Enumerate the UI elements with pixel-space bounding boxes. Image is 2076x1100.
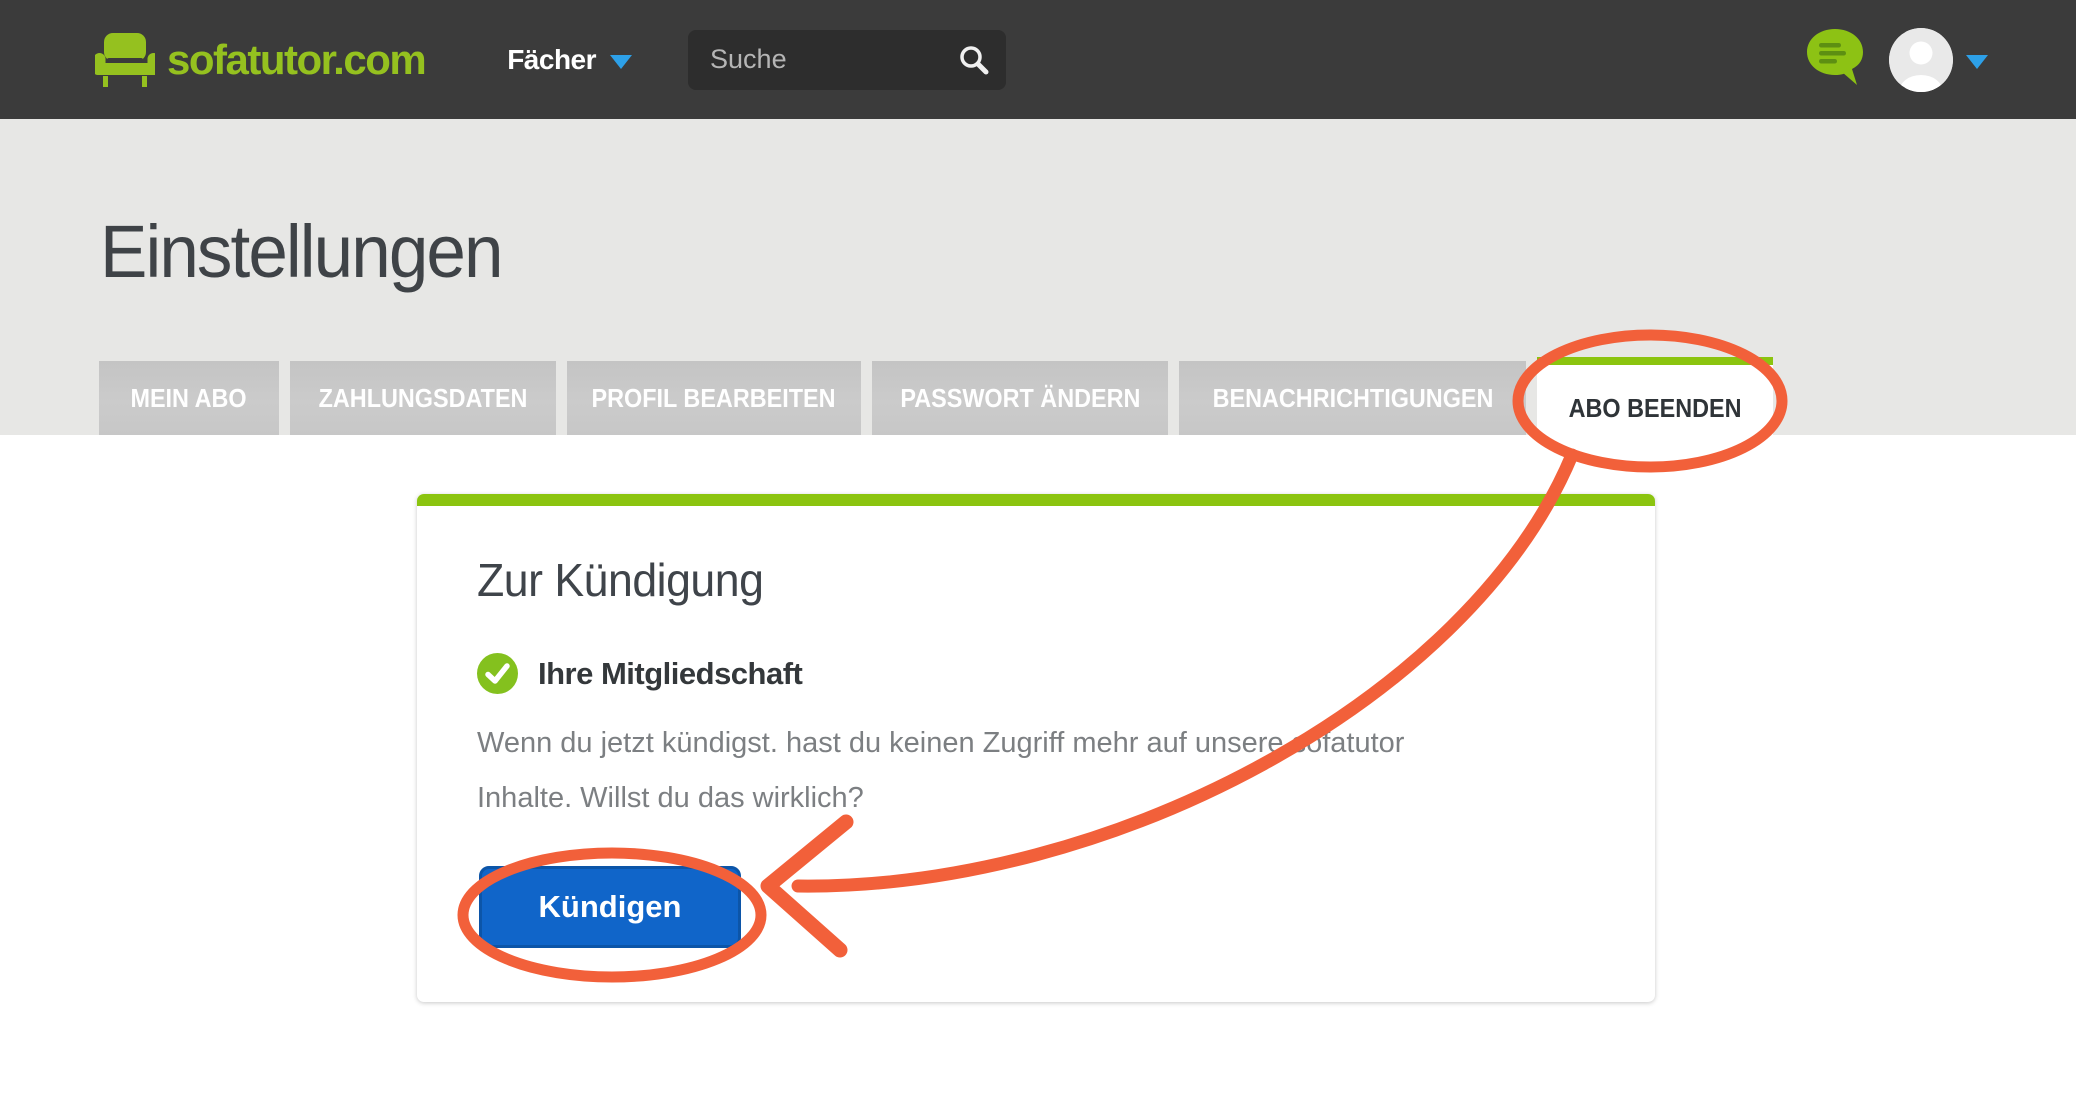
card-accent-bar: [417, 494, 1655, 506]
checkmark-icon: [477, 653, 518, 694]
search-box: [688, 30, 1006, 90]
kuendigen-button[interactable]: Kündigen: [479, 866, 741, 948]
warning-line-1: Wenn du jetzt kündigst. hast du keinen Z…: [477, 716, 1595, 771]
settings-tabs: MEIN ABO ZAHLUNGSDATEN PROFIL BEARBEITEN…: [99, 357, 1773, 435]
tab-profil-bearbeiten[interactable]: PROFIL BEARBEITEN: [567, 361, 861, 435]
subjects-menu[interactable]: Fächer: [507, 44, 632, 76]
avatar-icon[interactable]: [1889, 28, 1953, 92]
tab-zahlungsdaten[interactable]: ZAHLUNGSDATEN: [290, 361, 556, 435]
tab-mein-abo[interactable]: MEIN ABO: [99, 361, 279, 435]
card-heading: Zur Kündigung: [477, 553, 1561, 607]
warning-line-2: Inhalte. Willst du das wirklich?: [477, 771, 1595, 826]
cancellation-warning-text: Wenn du jetzt kündigst. hast du keinen Z…: [477, 716, 1595, 826]
couch-icon: [95, 32, 155, 88]
membership-label: Ihre Mitgliedschaft: [538, 656, 802, 692]
chat-bubble-icon[interactable]: [1805, 27, 1869, 92]
top-navbar: sofatutor.com Fächer: [0, 0, 2076, 119]
chevron-down-icon: [610, 55, 632, 69]
tab-passwort-aendern[interactable]: PASSWORT ÄNDERN: [872, 361, 1168, 435]
chevron-down-icon[interactable]: [1966, 55, 1988, 69]
membership-status-row: Ihre Mitgliedschaft: [477, 653, 1595, 694]
page-title: Einstellungen: [100, 209, 502, 294]
subjects-menu-label: Fächer: [507, 44, 596, 76]
tab-benachrichtigungen[interactable]: BENACHRICHTIGUNGEN: [1179, 361, 1526, 435]
search-icon[interactable]: [958, 44, 990, 81]
logo-wordmark: sofatutor.com: [167, 36, 425, 84]
tab-abo-beenden[interactable]: ABO BEENDEN: [1537, 357, 1773, 452]
sofatutor-logo[interactable]: sofatutor.com: [95, 32, 425, 88]
cancellation-card: Zur Kündigung Ihre Mitgliedschaft Wenn d…: [417, 494, 1655, 1002]
settings-header: Einstellungen MEIN ABO ZAHLUNGSDATEN PRO…: [0, 119, 2076, 435]
